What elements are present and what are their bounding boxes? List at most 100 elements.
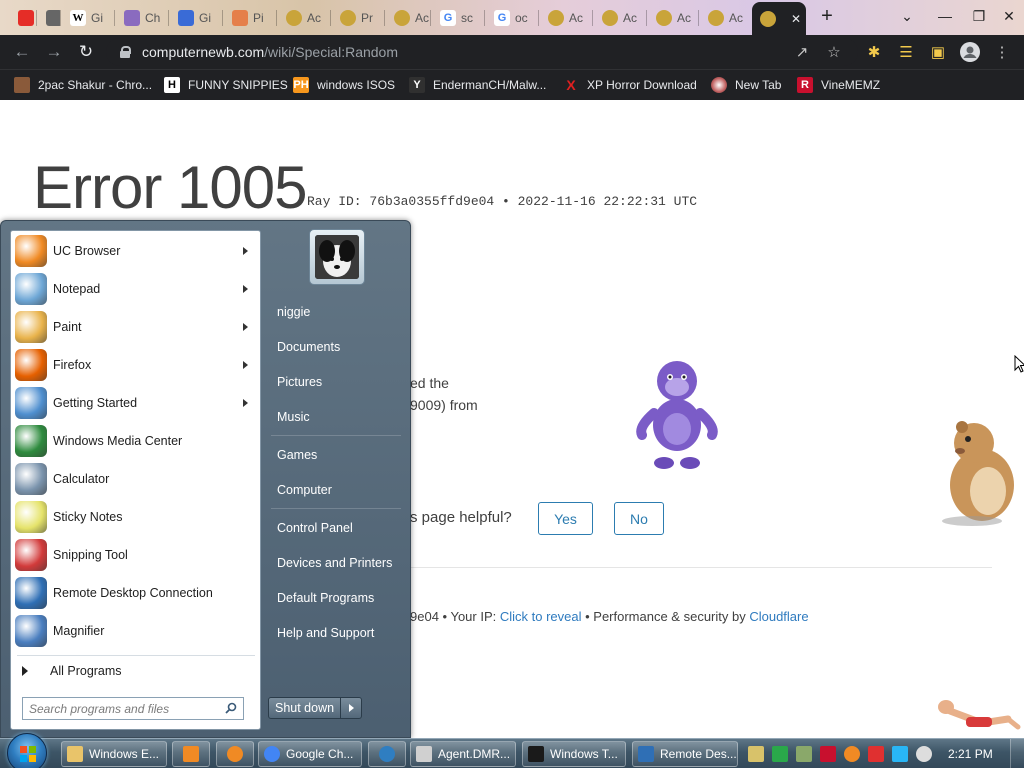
taskbar-button[interactable]: Agent.DMR... [410, 741, 516, 767]
tab[interactable]: Goc [486, 4, 538, 31]
search-tray-icon[interactable] [844, 746, 860, 762]
start-link-documents[interactable]: Documents [268, 332, 403, 362]
bookmark-item[interactable]: X XP Horror Download [563, 76, 697, 94]
shut-down-button[interactable]: Shut down [268, 697, 362, 719]
extensions-icon[interactable]: ✱ [864, 42, 884, 62]
tab[interactable]: Ac [594, 4, 646, 31]
start-search-input[interactable] [29, 701, 215, 716]
bookmark-item[interactable]: Y EndermanCH/Malw... [409, 76, 546, 94]
magnifier-icon [15, 615, 47, 647]
new-tab-icon[interactable]: + [810, 0, 844, 32]
forward-arrow-icon[interactable]: → [42, 40, 66, 64]
tab[interactable]: W Gi [62, 4, 114, 31]
bookmark-item[interactable]: 2pac Shakur - Chro... [14, 76, 152, 94]
program-label: Notepad [53, 282, 101, 296]
start-link-computer[interactable]: Computer [268, 475, 403, 505]
minimize-icon[interactable]: — [928, 0, 962, 32]
tab[interactable] [10, 4, 36, 31]
submenu-arrow-icon[interactable] [243, 323, 248, 331]
start-link-user-name[interactable]: niggie [268, 297, 403, 327]
tab-active[interactable]: ✕ [752, 2, 806, 35]
tab[interactable]: Ac [540, 4, 592, 31]
volume-icon[interactable] [916, 746, 932, 762]
clock[interactable]: 2:21 PM [948, 747, 993, 761]
start-link-pictures[interactable]: Pictures [268, 367, 403, 397]
user-avatar[interactable] [309, 229, 365, 285]
reload-icon[interactable]: ↻ [74, 40, 98, 64]
start-link-devices-and-printers[interactable]: Devices and Printers [268, 548, 403, 578]
taskbar-button[interactable]: Remote Des... [632, 741, 738, 767]
program-item[interactable]: Notepad [14, 271, 258, 307]
program-item[interactable]: Paint [14, 309, 258, 345]
start-search-box[interactable] [22, 697, 244, 720]
submenu-arrow-icon[interactable] [243, 247, 248, 255]
click-to-reveal-link[interactable]: Click to reveal [500, 609, 582, 624]
tab-close-icon[interactable]: ✕ [791, 12, 801, 26]
flag-icon[interactable] [868, 746, 884, 762]
tab-search-chevron-icon[interactable]: ⌄ [890, 0, 924, 32]
program-label: Sticky Notes [53, 510, 123, 524]
lock-icon[interactable] [120, 46, 131, 58]
monitor-icon[interactable] [892, 746, 908, 762]
tab[interactable]: Ac [700, 4, 748, 31]
program-item[interactable]: Snipping Tool [14, 537, 258, 573]
no-button[interactable]: No [614, 502, 664, 535]
taskbar-button[interactable]: Google Ch... [258, 741, 362, 767]
bookmark-item[interactable]: New Tab [711, 76, 781, 94]
start-link-default-programs[interactable]: Default Programs [268, 583, 403, 613]
shut-down-options-arrow-icon[interactable] [340, 698, 361, 718]
start-link-music[interactable]: Music [268, 402, 403, 432]
tab[interactable]: Pr [332, 4, 384, 31]
tab[interactable]: Gsc [432, 4, 484, 31]
taskbar-button[interactable]: Windows E... [61, 741, 167, 767]
yes-button[interactable]: Yes [538, 502, 593, 535]
tab[interactable]: Gi [170, 4, 222, 31]
start-link-control-panel[interactable]: Control Panel [268, 513, 403, 543]
submenu-arrow-icon[interactable] [243, 399, 248, 407]
v-icon[interactable] [820, 746, 836, 762]
taskbar-button[interactable] [216, 741, 254, 767]
tab[interactable]: Ac [648, 4, 698, 31]
tab[interactable]: Ac [386, 4, 430, 31]
wrench-icon[interactable] [748, 746, 764, 762]
restore-icon[interactable]: ❐ [962, 0, 996, 32]
share-icon[interactable]: ↗ [792, 42, 812, 62]
reading-list-icon[interactable]: ☰ [896, 42, 916, 62]
tab[interactable]: Pi [224, 4, 276, 31]
start-orb-icon[interactable] [7, 733, 47, 768]
tab[interactable]: Ac [278, 4, 330, 31]
bookmark-item[interactable]: PH windows ISOS [293, 76, 395, 94]
window-close-icon[interactable]: ✕ [992, 0, 1024, 32]
address-bar[interactable]: computernewb.com/wiki/Special:Random [106, 38, 858, 66]
profile-avatar-icon[interactable] [960, 42, 980, 62]
grid-icon[interactable] [796, 746, 812, 762]
program-item[interactable]: Remote Desktop Connection [14, 575, 258, 611]
tab[interactable]: Ch [116, 4, 168, 31]
back-arrow-icon[interactable]: ← [10, 40, 34, 64]
bookmark-item[interactable]: R VineMEMZ [797, 76, 880, 94]
program-item[interactable]: Magnifier [14, 613, 258, 649]
submenu-arrow-icon[interactable] [243, 285, 248, 293]
taskbar-button[interactable]: Windows T... [522, 741, 626, 767]
program-item[interactable]: Sticky Notes [14, 499, 258, 535]
program-item[interactable]: Getting Started [14, 385, 258, 421]
show-desktop-button[interactable] [1010, 739, 1024, 768]
start-link-help-and-support[interactable]: Help and Support [268, 618, 403, 648]
side-panel-icon[interactable]: ▣ [928, 42, 948, 62]
green-square-icon[interactable] [772, 746, 788, 762]
taskbar-button[interactable] [368, 741, 406, 767]
all-programs-item[interactable]: All Programs [14, 660, 258, 682]
bookmark-star-icon[interactable]: ☆ [824, 42, 844, 62]
program-item[interactable]: UC Browser [14, 233, 258, 269]
start-link-games[interactable]: Games [268, 440, 403, 470]
tab[interactable] [38, 4, 60, 31]
program-item[interactable]: Firefox [14, 347, 258, 383]
menu-kebab-icon[interactable]: ⋮ [992, 42, 1012, 62]
taskbar-button[interactable] [172, 741, 210, 767]
program-item[interactable]: Calculator [14, 461, 258, 497]
cloudflare-link[interactable]: Cloudflare [749, 609, 808, 624]
submenu-arrow-icon[interactable] [243, 361, 248, 369]
search-icon[interactable] [225, 702, 237, 714]
program-item[interactable]: Windows Media Center [14, 423, 258, 459]
bookmark-item[interactable]: H FUNNY SNIPPIES [164, 76, 288, 94]
